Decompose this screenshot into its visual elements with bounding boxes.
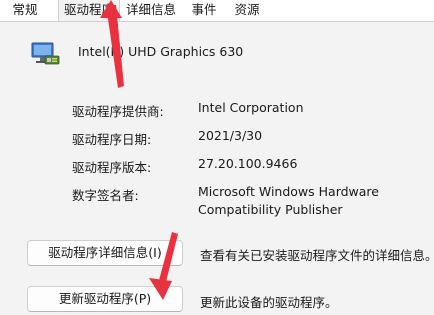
driver-details-button[interactable]: 驱动程序详细信息(I) [27,240,183,266]
version-value: 27.20.100.9466 [198,156,298,171]
device-properties-window: 常规 驱动程序 详细信息 事件 资源 Intel(R) UHD Graphics… [0,0,434,315]
tab-events[interactable]: 事件 [184,0,224,20]
device-name: Intel(R) UHD Graphics 630 [78,44,244,59]
tab-driver[interactable]: 驱动程序 [58,0,120,21]
version-label: 驱动程序版本: [72,160,152,175]
tab-general[interactable]: 常规 [0,0,50,20]
display-adapter-icon [31,42,60,65]
provider-value: Intel Corporation [198,100,304,115]
tab-details[interactable]: 详细信息 [122,0,180,20]
tab-resources[interactable]: 资源 [228,0,266,20]
driver-details-description: 查看有关已安装驱动程序文件的详细信息。 [200,248,434,263]
date-label: 驱动程序日期: [72,132,152,147]
update-driver-button[interactable]: 更新驱动程序(P) [27,286,183,312]
tab-strip: 常规 驱动程序 详细信息 事件 资源 [0,0,434,22]
signer-value-line1: Microsoft Windows Hardware [198,184,379,199]
driver-tab-panel: Intel(R) UHD Graphics 630 驱动程序提供商: Intel… [0,22,434,315]
update-driver-description: 更新此设备的驱动程序。 [200,295,338,310]
date-value: 2021/3/30 [198,128,263,143]
provider-label: 驱动程序提供商: [72,104,164,119]
signer-value-line2: Compatibility Publisher [198,202,343,217]
signer-label: 数字签名者: [72,188,139,203]
